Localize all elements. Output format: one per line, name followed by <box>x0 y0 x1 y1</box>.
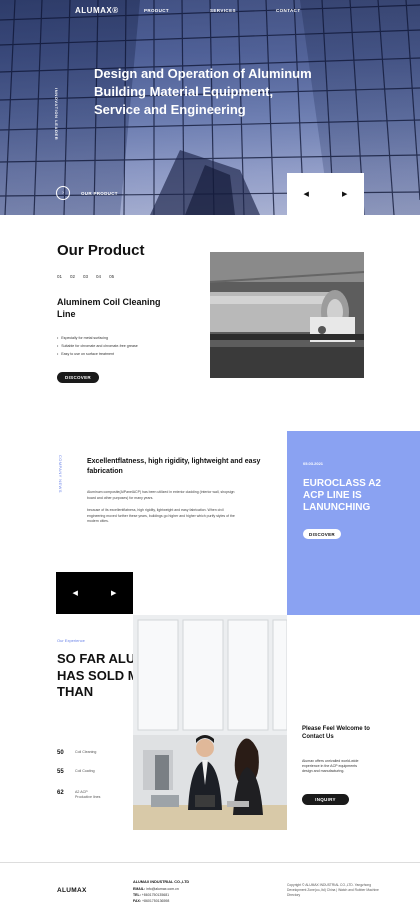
hero-slider-controls: ◀ ▶ <box>287 173 364 215</box>
stat-label: A2 ACP Productive lines <box>75 790 101 799</box>
pager-item-02[interactable]: 02 <box>70 274 75 279</box>
pager-item-01[interactable]: 01 <box>57 274 62 279</box>
arrow-right-icon[interactable]: ▶ <box>337 190 353 198</box>
pager-item-03[interactable]: 03 <box>83 274 88 279</box>
footer-tel-label: TEL: <box>133 893 141 897</box>
footer-divider <box>0 862 420 863</box>
feature-item: Suitable for chromate and chromate-free … <box>57 342 138 350</box>
news-title: Excellentflatness, high rigidity, lightw… <box>87 458 261 475</box>
footer-tel-value[interactable]: +8601750135681 <box>142 893 169 897</box>
stat-number: 62 <box>57 790 64 796</box>
arrow-left-icon[interactable]: ◀ <box>67 589 83 597</box>
news-card-title: EUROCLASS A2 ACP LINE IS LANUNCHING <box>303 478 381 513</box>
our-product-circle-button[interactable]: › <box>56 186 70 200</box>
footer-company-name: ALUMAX INDUSTRIAL CO.,LTD <box>133 880 190 884</box>
inquiry-button[interactable]: INQUIRY <box>302 794 349 805</box>
contact-welcome-text: Alumax offers unrivalled world-wide expe… <box>302 759 359 773</box>
stat-number: 55 <box>57 769 64 775</box>
hero-title: Design and Operation of Aluminum Buildin… <box>94 66 312 117</box>
footer-fax-label: FAX: <box>133 899 141 903</box>
footer-copyright: Copyright © ALUMAX INDUSTRIAL CO.,LTD. Y… <box>287 883 379 897</box>
contact-welcome-title: Please Feel Welcome to Contact Us <box>302 726 370 740</box>
our-product-link[interactable]: OUR PRODUCT <box>81 191 118 196</box>
news-vertical-label: COMPANY NEWS <box>58 455 63 493</box>
hero-section: ALUMAX® PRODUCT SERVICES CONTACT INNOVAT… <box>0 0 420 215</box>
arrow-right-icon[interactable]: ▶ <box>106 589 122 597</box>
footer-email-label: EMAIL: <box>133 887 146 891</box>
product-name: Aluminem Coil Cleaning Line <box>57 297 161 319</box>
footer-fax-value: +8601750136598 <box>141 899 170 903</box>
footer-logo[interactable]: ALUMAX <box>57 887 87 894</box>
nav-contact[interactable]: CONTACT <box>276 8 300 13</box>
product-pager: 01 02 03 04 05 <box>57 274 114 279</box>
product-features: Especially for metal surfacing Suitable … <box>57 334 138 358</box>
stat-item: 55 Coil Coating <box>57 769 105 775</box>
feature-item: Easy to use on surface treatment <box>57 350 138 358</box>
footer-fax: FAX: +8601750136598 <box>133 899 169 903</box>
news-card-date: 05.03.2021 <box>303 461 324 466</box>
arrow-left-icon[interactable]: ◀ <box>298 190 314 198</box>
news-slider-controls: ◀ ▶ <box>56 572 133 614</box>
hero-vertical-label: INNOVATION LEADER <box>54 88 59 141</box>
page: ALUMAX® PRODUCT SERVICES CONTACT INNOVAT… <box>0 0 420 922</box>
product-discover-button[interactable]: DISCOVER <box>57 372 99 383</box>
news-paragraph-2: because of its excellentflatness, high r… <box>87 508 235 523</box>
product-section-title: Our Product <box>57 242 145 259</box>
news-discover-button[interactable]: DISCOVER <box>303 529 341 539</box>
feature-item: Especially for metal surfacing <box>57 334 138 342</box>
stat-number: 50 <box>57 750 64 756</box>
stat-label: Coil Coating <box>75 769 95 773</box>
stat-item: 50 Coil Cleaning <box>57 750 105 756</box>
experience-label: Our Experience <box>57 638 85 643</box>
footer-email: EMAIL: info@alumax.com.cn <box>133 887 179 891</box>
arrow-right-small-icon: › <box>62 190 64 196</box>
stat-label: Coil Cleaning <box>75 750 97 754</box>
news-card <box>287 431 420 615</box>
footer-tel: TEL: +8601750135681 <box>133 893 169 897</box>
footer-email-value[interactable]: info@alumax.com.cn <box>146 887 179 891</box>
stat-item: 62 A2 ACP Productive lines <box>57 790 105 800</box>
brand-logo[interactable]: ALUMAX® <box>75 6 119 15</box>
nav-product[interactable]: PRODUCT <box>144 8 169 13</box>
pager-item-04[interactable]: 04 <box>96 274 101 279</box>
nav-services[interactable]: SERVICES <box>210 8 236 13</box>
product-image <box>210 252 364 378</box>
news-paragraph-1: Aluminum composite(AlPanelACP) has been … <box>87 490 235 500</box>
pager-item-05[interactable]: 05 <box>109 274 114 279</box>
office-photo <box>133 615 287 830</box>
